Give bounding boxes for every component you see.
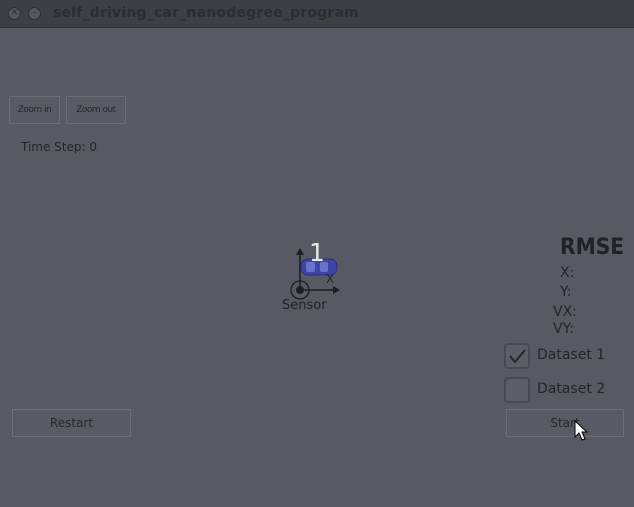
dataset-1-label[interactable]: Dataset 1 xyxy=(537,347,605,363)
zoom-out-button[interactable]: Zoom out xyxy=(66,96,126,124)
dataset-1-checkbox[interactable] xyxy=(504,343,530,369)
dataset-2-checkbox[interactable] xyxy=(504,377,530,403)
rmse-y-label: Y: xyxy=(560,284,572,300)
start-button[interactable]: Start xyxy=(506,409,624,437)
close-icon[interactable]: ✕ xyxy=(8,7,21,20)
mouse-pointer-icon xyxy=(574,420,588,441)
dataset-2-label[interactable]: Dataset 2 xyxy=(537,381,605,397)
sensor-label: Sensor xyxy=(282,298,327,313)
simulator-window: ✕ – self_driving_car_nanodegree_program … xyxy=(0,0,634,507)
restart-button[interactable]: Restart xyxy=(12,409,131,437)
zoom-in-button[interactable]: Zoom in xyxy=(9,96,60,124)
rmse-vy-label: VY: xyxy=(553,321,574,337)
axis-x-label: X xyxy=(326,272,335,286)
checkmark-icon xyxy=(509,349,526,364)
rmse-title: RMSE xyxy=(560,235,625,260)
window-title: self_driving_car_nanodegree_program xyxy=(53,5,359,21)
title-bar: ✕ – self_driving_car_nanodegree_program xyxy=(0,0,634,28)
minimize-icon[interactable]: – xyxy=(28,7,41,20)
time-step-label: Time Step: 0 xyxy=(21,140,97,154)
rmse-x-label: X: xyxy=(560,265,575,281)
car-index-label: 1 xyxy=(309,238,325,267)
rmse-vx-label: VX: xyxy=(553,304,577,320)
